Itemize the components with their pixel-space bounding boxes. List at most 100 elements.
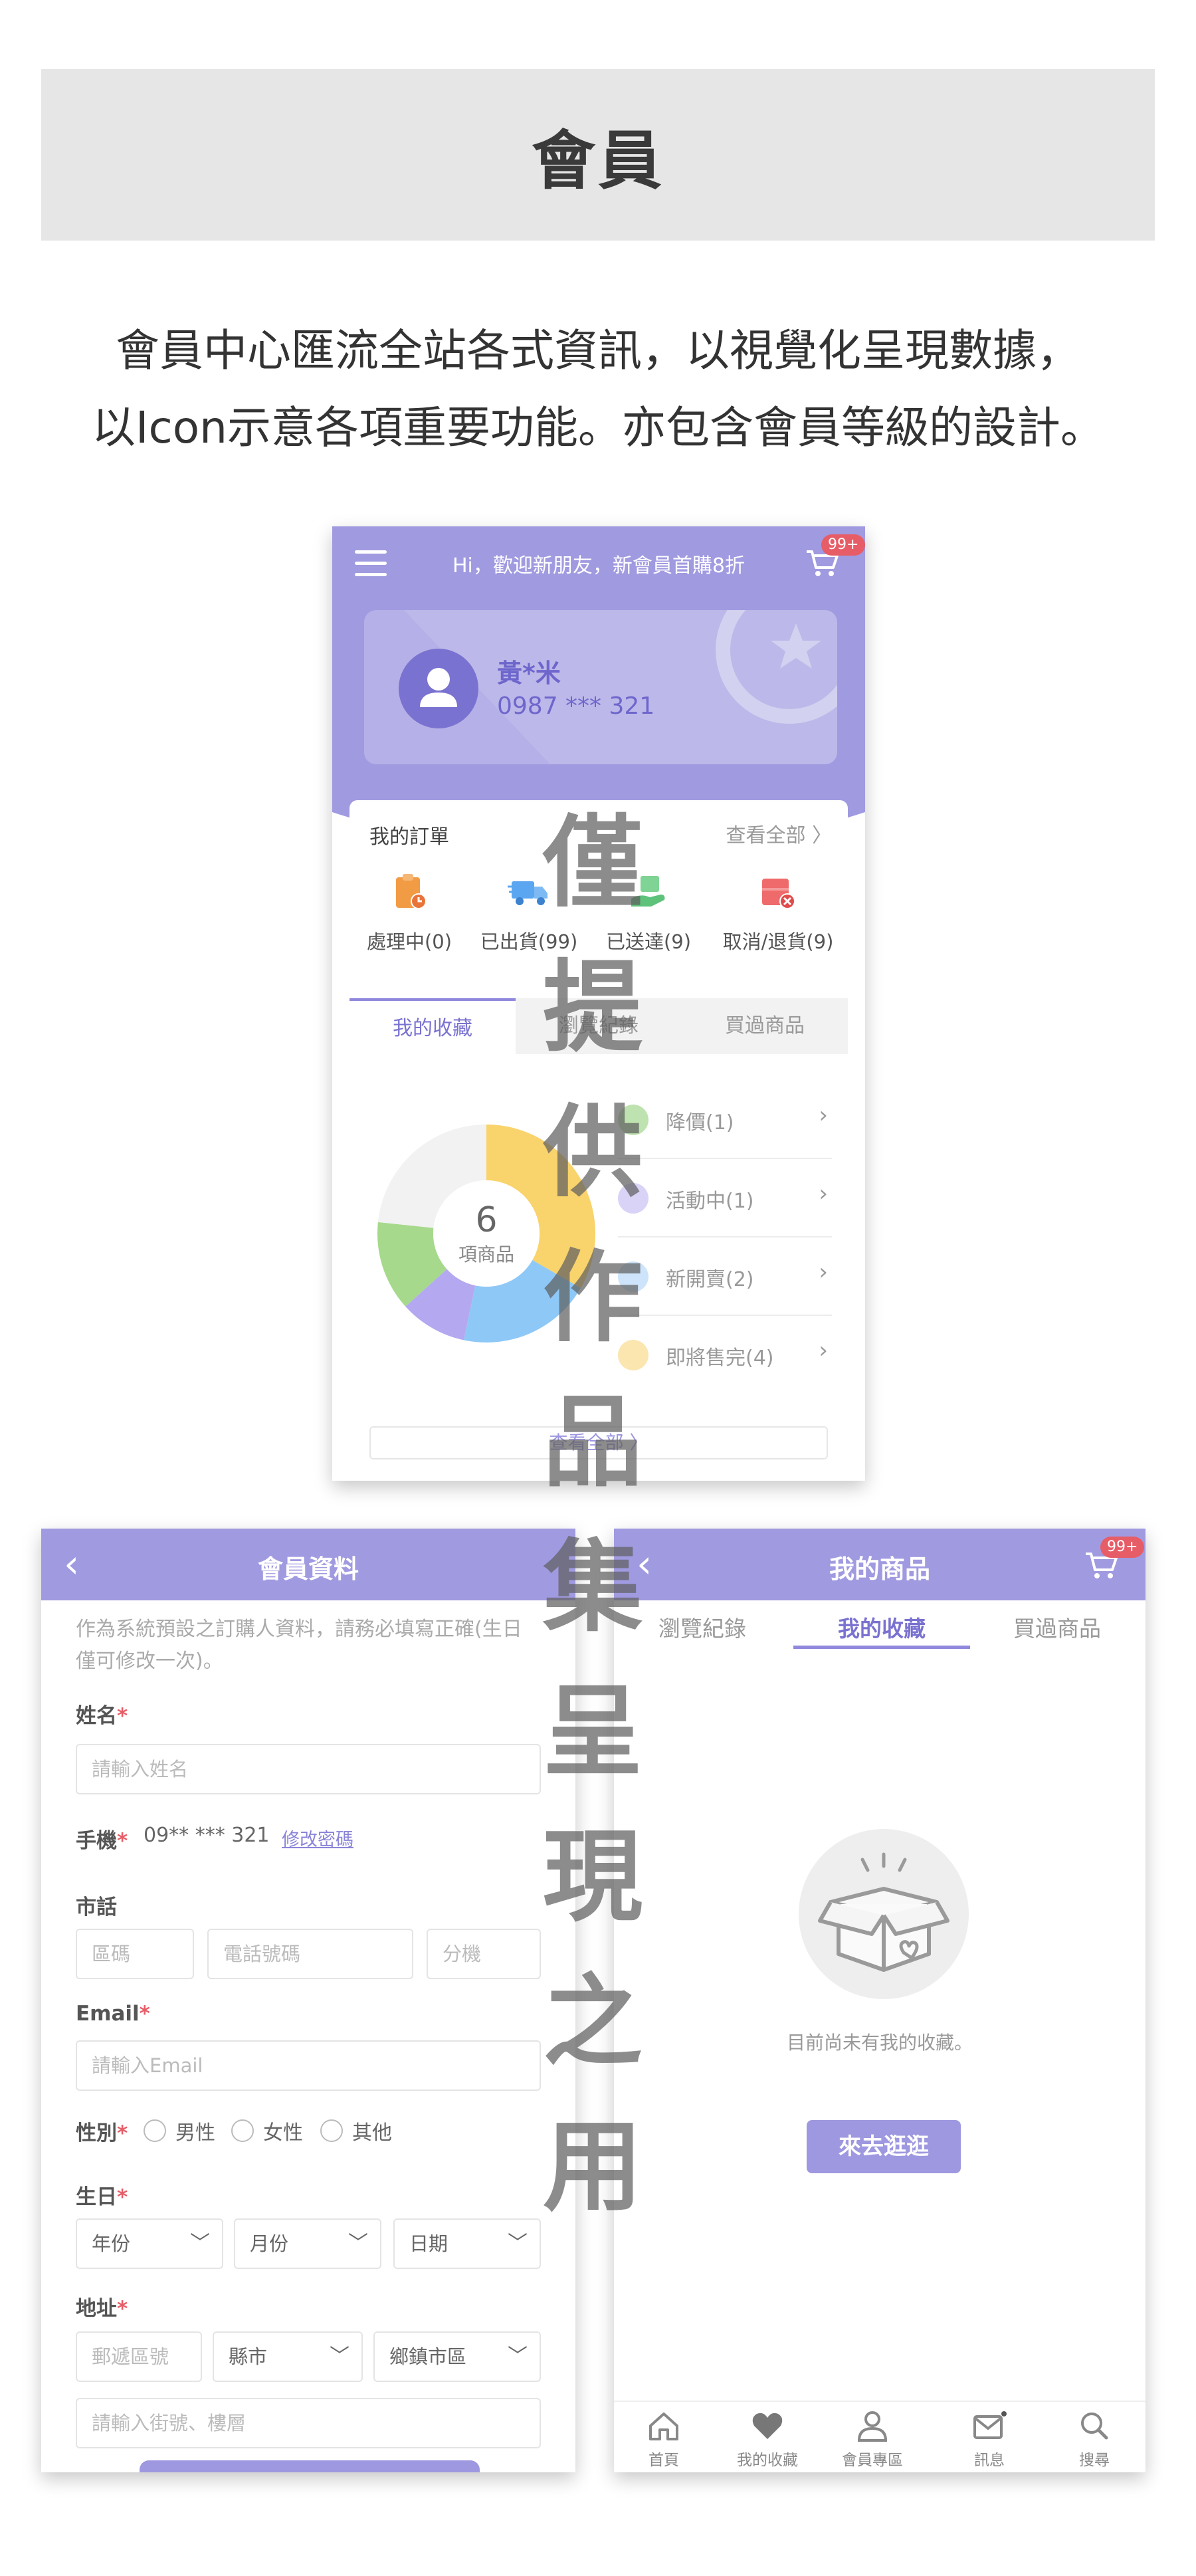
- profile-note: 作為系統預設之訂購人資料，請務必填寫正確(生日僅可修改一次)。: [76, 1618, 522, 1673]
- radio-label: 女性: [263, 2121, 303, 2145]
- nav-label: 首頁: [648, 2452, 679, 2469]
- gender-radio-other[interactable]: 其他: [320, 2116, 392, 2145]
- cart-badge: 99+: [1100, 1537, 1145, 1558]
- favorite-row-new-release[interactable]: 新開賣(2) ›: [618, 1237, 832, 1316]
- orders-title: 我的訂單: [369, 825, 449, 849]
- watermark-char: 供: [542, 1095, 643, 1211]
- section-title: 會員: [532, 123, 664, 198]
- tab-my-favorites[interactable]: 我的收藏: [349, 998, 516, 1054]
- street-input[interactable]: 請輸入街號、樓層: [76, 2398, 541, 2448]
- home-icon: [649, 2413, 678, 2440]
- nav-favorites[interactable]: 我的收藏: [718, 2409, 817, 2470]
- donut-unit: 項商品: [458, 1243, 514, 1265]
- section-title-bar: 會員: [41, 69, 1155, 241]
- tab-purchased[interactable]: 買過商品: [969, 1600, 1146, 1658]
- favorite-row-price-drop[interactable]: 降價(1) ›: [618, 1081, 832, 1159]
- portfolio-watermark: 僅 提 供 作 品 集 呈 現 之 用: [540, 791, 646, 2240]
- nav-search[interactable]: 搜尋: [1045, 2409, 1144, 2470]
- birth-year-select[interactable]: 年份 ﹀: [76, 2218, 223, 2269]
- heart-icon: [752, 2413, 783, 2439]
- email-input[interactable]: 請輸入Email: [76, 2040, 541, 2091]
- watermark-char: 現: [542, 1820, 643, 1935]
- order-status-label: 取消/退貨(9): [722, 930, 834, 953]
- zip-code-input[interactable]: 郵遞區號: [76, 2331, 202, 2382]
- watermark-char: 作: [542, 1240, 643, 1356]
- favorite-label: 即將售完(4): [666, 1346, 774, 1370]
- chevron-down-icon: ﹀: [190, 2232, 210, 2255]
- district-select[interactable]: 鄉鎮市區 ﹀: [373, 2331, 541, 2382]
- watermark-char: 呈: [542, 1675, 643, 1790]
- cart-button[interactable]: 99+: [1083, 1537, 1145, 1580]
- change-password-link[interactable]: 修改密碼: [282, 1825, 353, 1851]
- select-value: 日期: [409, 2232, 448, 2255]
- nav-messages[interactable]: 訊息: [940, 2409, 1039, 2470]
- member-name: 黃*米: [497, 659, 561, 688]
- select-value: 年份: [92, 2232, 131, 2255]
- chevron-right-icon: ›: [819, 1180, 828, 1207]
- extension-input[interactable]: 分機: [427, 1929, 541, 1979]
- member-card[interactable]: 黃*米 0987 *** 321: [364, 610, 837, 764]
- telephone-label: 市話: [76, 1895, 117, 1919]
- order-status-processing[interactable]: 處理中(0): [349, 872, 469, 954]
- intro-line-2: 以Icon示意各項重要功能。亦包含會員等級的設計。: [92, 402, 1104, 453]
- phone-number-input[interactable]: 電話號碼: [207, 1929, 413, 1979]
- area-code-input[interactable]: 區碼: [76, 1929, 194, 1979]
- empty-box-icon: [799, 1829, 969, 1999]
- radio-circle: [320, 2119, 343, 2142]
- nav-label: 會員專區: [842, 2452, 903, 2469]
- gender-radio-female[interactable]: 女性: [231, 2116, 303, 2145]
- birth-day-select[interactable]: 日期 ﹀: [393, 2218, 541, 2269]
- email-label: Email*: [76, 2002, 150, 2026]
- active-tab-indicator: [793, 1646, 970, 1649]
- user-icon: [857, 2411, 888, 2442]
- chevron-down-icon: ﹀: [508, 2345, 528, 2368]
- orders-view-all-link[interactable]: 查看全部 〉: [726, 819, 832, 848]
- donut-total: 6: [475, 1200, 498, 1240]
- nav-home[interactable]: 首頁: [614, 2409, 714, 2470]
- chevron-down-icon: ﹀: [348, 2232, 368, 2255]
- gender-label: 性別*: [76, 2121, 128, 2145]
- select-value: 月份: [250, 2232, 289, 2255]
- radio-circle: [231, 2119, 254, 2142]
- intro-line-1: 會員中心匯流全站各式資訊，以視覺化呈現數據，: [116, 325, 1080, 376]
- nav-member-zone[interactable]: 會員專區: [823, 2409, 922, 2470]
- address-label: 地址*: [76, 2297, 128, 2321]
- bottom-navigation: 首頁 我的收藏 會員專區 訊息 搜尋: [614, 2401, 1146, 2472]
- birthday-label: 生日*: [76, 2185, 128, 2209]
- intro-text: 會員中心匯流全站各式資訊，以視覺化呈現數據， 以Icon示意各項重要功能。亦包含…: [41, 312, 1155, 467]
- user-avatar-icon: [420, 668, 457, 707]
- watermark-char: 集: [542, 1530, 643, 1646]
- favorite-label: 降價(1): [666, 1111, 734, 1134]
- order-status-cancelled[interactable]: 取消/退貨(9): [708, 872, 848, 954]
- empty-state-text: 目前尚未有我的收藏。: [786, 2032, 973, 2054]
- avatar[interactable]: [399, 649, 478, 728]
- favorite-row-selling-out[interactable]: 即將售完(4) ›: [618, 1316, 832, 1394]
- cart-button[interactable]: 99+: [804, 534, 865, 578]
- products-navbar: ‹ 我的商品 99+: [614, 1529, 1146, 1600]
- watermark-char: 之: [542, 1965, 643, 2080]
- products-title: 我的商品: [829, 1555, 930, 1584]
- select-value: 縣市: [229, 2345, 268, 2368]
- go-shopping-button[interactable]: 來去逛逛: [807, 2120, 961, 2173]
- name-input[interactable]: 請輸入姓名: [76, 1744, 541, 1794]
- greeting-text: Hi，歡迎新朋友，新會員首購8折: [452, 554, 745, 578]
- mobile-label: 手機*: [76, 1829, 128, 1853]
- cart-badge: 99+: [821, 534, 865, 556]
- favorite-label: 新開賣(2): [666, 1268, 754, 1291]
- gender-radio-male[interactable]: 男性: [144, 2116, 215, 2145]
- radio-label: 男性: [175, 2121, 215, 2145]
- nav-label: 訊息: [974, 2452, 1005, 2469]
- save-button[interactable]: [140, 2460, 480, 2472]
- chevron-right-icon: ›: [819, 1337, 828, 1364]
- member-phone: 0987 *** 321: [497, 693, 655, 720]
- favorite-row-promotion[interactable]: 活動中(1) ›: [618, 1159, 832, 1237]
- tab-my-favorites[interactable]: 我的收藏: [793, 1600, 970, 1658]
- profile-title: 會員資料: [257, 1555, 359, 1584]
- county-select[interactable]: 縣市 ﹀: [213, 2331, 363, 2382]
- radio-label: 其他: [352, 2121, 392, 2145]
- tab-purchased[interactable]: 買過商品: [682, 998, 848, 1054]
- watermark-char: 用: [542, 2109, 643, 2225]
- favorite-label: 活動中(1): [666, 1190, 754, 1213]
- birth-month-select[interactable]: 月份 ﹀: [234, 2218, 381, 2269]
- products-tabs: 瀏覽紀錄 我的收藏 買過商品: [614, 1600, 1146, 1658]
